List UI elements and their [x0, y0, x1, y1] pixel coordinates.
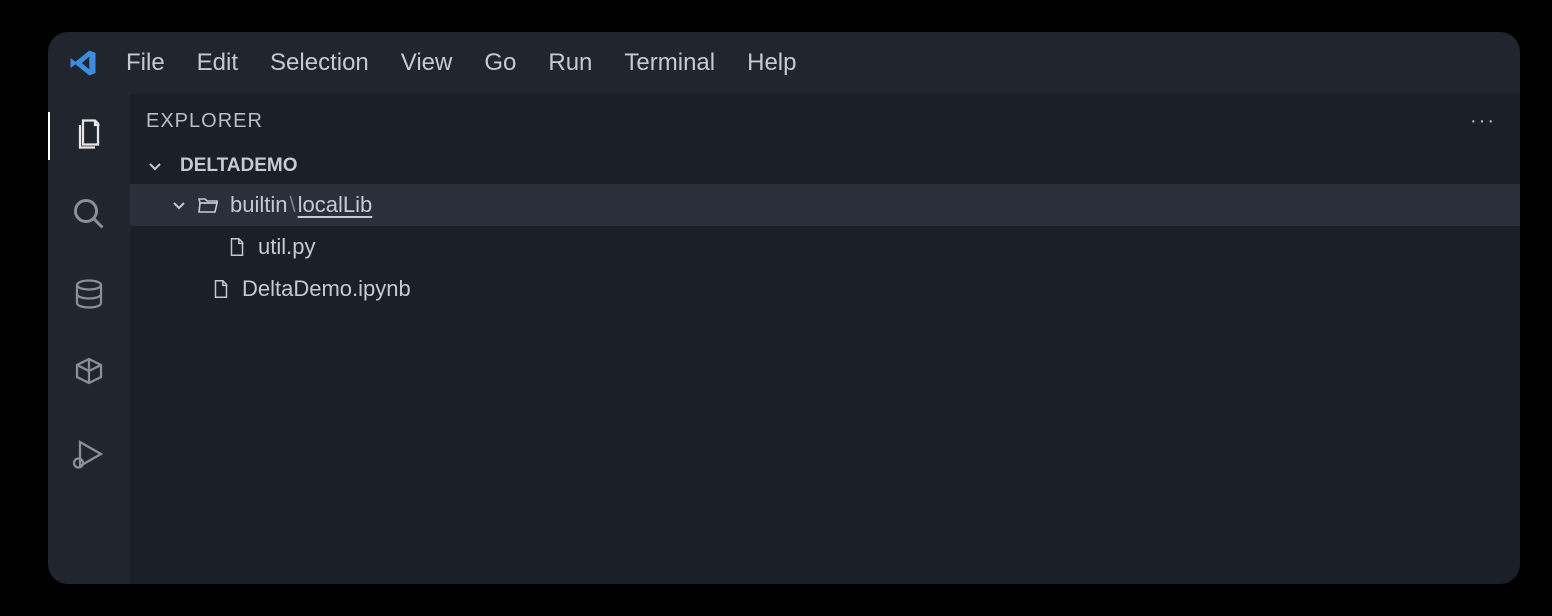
menu-item-selection[interactable]: Selection [270, 49, 369, 77]
vscode-logo-icon [68, 48, 98, 78]
menu-item-file[interactable]: File [126, 49, 165, 77]
file-icon [226, 236, 248, 258]
file-name: DeltaDemo.ipynb [242, 276, 411, 302]
search-activity-icon[interactable] [69, 194, 109, 234]
project-section-header[interactable]: DELTADEMO [130, 148, 1520, 184]
file-name: util.py [258, 234, 315, 260]
explorer-panel: EXPLORER ··· DELTADEMO [130, 94, 1520, 584]
file-row-util-py[interactable]: util.py [130, 226, 1520, 268]
menu-item-run[interactable]: Run [548, 49, 592, 77]
menu-item-help[interactable]: Help [747, 49, 796, 77]
chevron-down-icon [146, 158, 164, 174]
folder-open-icon [196, 193, 220, 217]
more-actions-icon[interactable]: ··· [1470, 110, 1496, 133]
folder-row-locallib[interactable]: builtin\localLib [130, 184, 1520, 226]
title-bar: File Edit Selection View Go Run Terminal… [48, 32, 1520, 94]
file-row-deltademo-ipynb[interactable]: DeltaDemo.ipynb [130, 268, 1520, 310]
folder-path: builtin\localLib [230, 192, 372, 218]
menu-item-terminal[interactable]: Terminal [624, 49, 715, 77]
menu-item-view[interactable]: View [401, 49, 453, 77]
menu-item-go[interactable]: Go [484, 49, 516, 77]
folder-path-separator: \ [289, 192, 295, 217]
file-icon [210, 278, 232, 300]
file-tree: builtin\localLib util.py [130, 184, 1520, 310]
chevron-down-icon [170, 197, 188, 213]
explorer-title: EXPLORER [146, 110, 263, 133]
source-control-activity-icon[interactable] [69, 274, 109, 314]
editor-window: File Edit Selection View Go Run Terminal… [48, 32, 1520, 584]
project-name: DELTADEMO [180, 155, 298, 177]
body-area: EXPLORER ··· DELTADEMO [48, 94, 1520, 584]
activity-bar [48, 94, 130, 584]
folder-path-last: localLib [298, 192, 373, 217]
run-debug-activity-icon[interactable] [69, 434, 109, 474]
menu-bar: File Edit Selection View Go Run Terminal… [126, 49, 796, 77]
explorer-activity-icon[interactable] [69, 114, 109, 154]
extensions-activity-icon[interactable] [69, 354, 109, 394]
folder-path-prefix: builtin [230, 192, 287, 217]
menu-item-edit[interactable]: Edit [197, 49, 238, 77]
explorer-header: EXPLORER ··· [130, 94, 1520, 148]
